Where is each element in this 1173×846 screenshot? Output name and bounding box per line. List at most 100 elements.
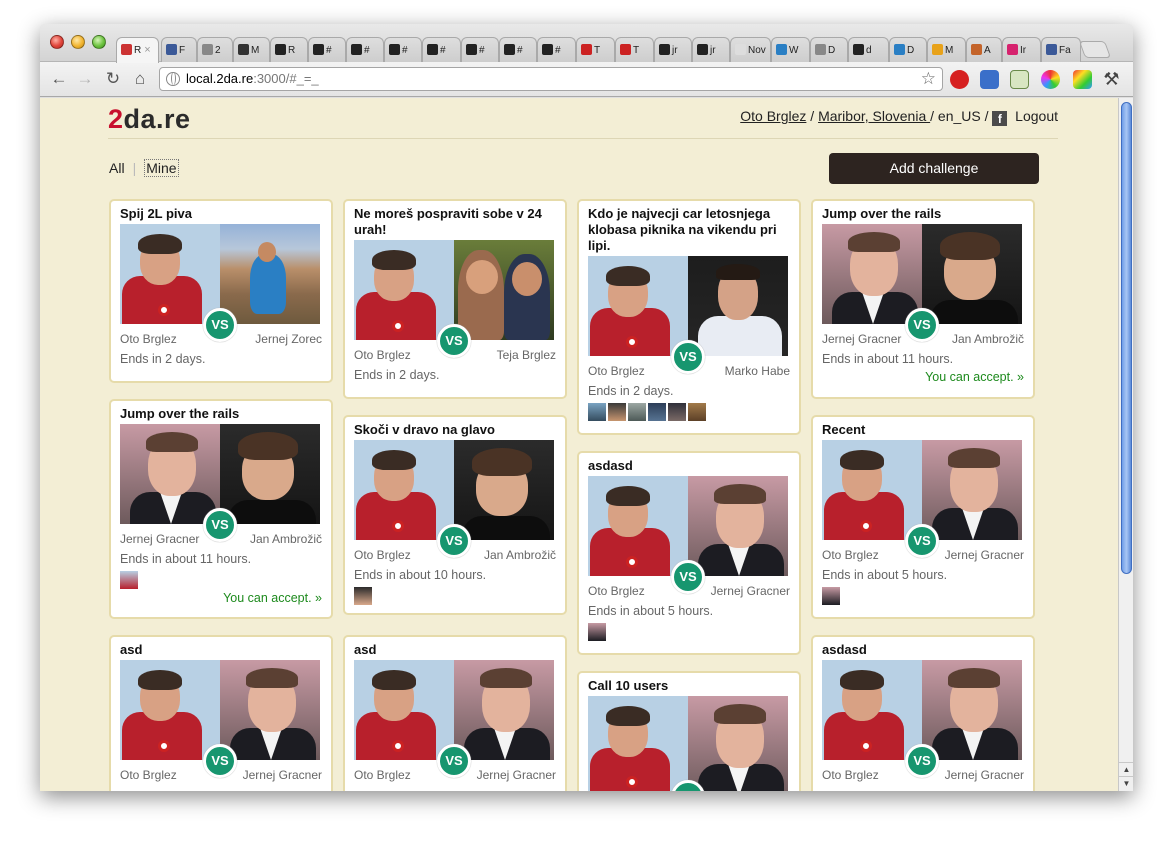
accept-challenge-link[interactable]: You can accept. » [120,589,322,607]
avatar[interactable] [588,623,606,641]
browser-tab[interactable]: Fa [1041,37,1081,62]
avatar[interactable] [822,587,840,605]
challenge-title[interactable]: asdasd [588,458,790,474]
avatar[interactable] [668,403,686,421]
browser-tab[interactable]: R [270,37,308,62]
browser-tab[interactable]: D [889,37,927,62]
opponent-photo[interactable] [922,660,1022,760]
challenge-card[interactable]: Jump over the rails VS Jernej Gracner Jan A… [811,199,1035,399]
opponent-photo[interactable] [688,476,788,576]
browser-tab[interactable]: # [384,37,422,62]
avatar[interactable] [628,403,646,421]
adblock-extension-icon[interactable] [950,70,969,89]
avatar[interactable] [354,587,372,605]
user-name-link[interactable]: Oto Brglez [740,108,806,124]
accept-challenge-link[interactable]: You can accept. » [822,368,1024,386]
challenge-title[interactable]: asd [354,642,556,658]
challenger-photo[interactable] [354,440,454,540]
challenger-photo[interactable] [120,660,220,760]
challenge-title[interactable]: Skoči v dravo na glavo [354,422,556,438]
browser-tab[interactable]: # [537,37,576,62]
opponent-photo[interactable] [220,224,320,324]
challenge-card[interactable]: asd VS Oto Brglez Jernej Gracner [343,635,567,791]
browser-tab[interactable]: # [499,37,537,62]
challenger-photo[interactable] [354,660,454,760]
challenge-title[interactable]: Jump over the rails [120,406,322,422]
zoom-window-button[interactable] [92,35,106,49]
close-window-button[interactable] [50,35,64,49]
browser-tab[interactable]: # [346,37,384,62]
address-bar[interactable]: local.2da.re:3000/#_=_ ☆ [159,67,943,91]
back-arrow-icon[interactable]: ← [48,67,70,91]
add-challenge-button[interactable]: Add challenge [829,153,1039,184]
scroll-down-arrow[interactable]: ▼ [1119,776,1133,790]
close-tab-icon[interactable]: × [144,44,150,56]
home-icon[interactable]: ⌂ [129,67,151,91]
opponent-photo[interactable] [922,440,1022,540]
challenge-card[interactable]: asd VS Oto Brglez Jernej Gracner [109,635,333,791]
opponent-photo[interactable] [454,240,554,340]
challenge-card[interactable]: Skoči v dravo na glavo VS Oto Brglez Jan Am… [343,415,567,615]
avatar[interactable] [588,403,606,421]
scroll-up-arrow[interactable]: ▲ [1119,762,1133,776]
challenge-title[interactable]: Call 10 users [588,678,790,694]
wrench-menu-icon[interactable]: ⚒ [1102,70,1121,89]
avatar[interactable] [608,403,626,421]
browser-tab[interactable]: Nov [730,37,771,62]
challenge-title[interactable]: asdasd [822,642,1024,658]
challenger-photo[interactable] [588,256,688,356]
avatar[interactable] [120,571,138,589]
browser-tab[interactable]: jr [692,37,730,62]
lr-extension-icon[interactable] [1010,70,1029,89]
reload-icon[interactable]: ↻ [102,67,124,91]
browser-tab[interactable]: jr [654,37,692,62]
opponent-photo[interactable] [922,224,1022,324]
download-extension-icon[interactable] [980,70,999,89]
filter-all-link[interactable]: All [109,160,125,176]
browser-tab[interactable]: # [461,37,499,62]
challenge-title[interactable]: Recent [822,422,1024,438]
challenger-photo[interactable] [354,240,454,340]
opponent-photo[interactable] [220,660,320,760]
challenge-title[interactable]: Kdo je najvecji car letosnjega klobasa p… [588,206,790,254]
forward-arrow-icon[interactable]: → [74,67,96,91]
logout-link[interactable]: Logout [1015,108,1058,124]
browser-tab[interactable]: 2 [197,37,233,62]
challenge-card[interactable]: asdasd VS Oto Brglez Jernej Gracner [811,635,1035,791]
challenger-photo[interactable] [822,440,922,540]
browser-tab[interactable]: d [848,37,889,62]
browser-tab[interactable]: F [161,37,197,62]
challenge-card[interactable]: Ne moreš pospraviti sobe v 24 urah! VS Oto… [343,199,567,399]
challenger-photo[interactable] [588,696,688,791]
opponent-photo[interactable] [688,256,788,356]
browser-tab[interactable]: A [966,37,1002,62]
challenger-photo[interactable] [822,660,922,760]
challenge-card[interactable]: Recent VS Oto Brglez Jernej Gracner Ends in … [811,415,1035,619]
opponent-photo[interactable] [454,440,554,540]
color-picker-extension-icon[interactable] [1041,70,1060,89]
challenge-card[interactable]: Kdo je najvecji car letosnjega klobasa p… [577,199,801,435]
vertical-scrollbar[interactable]: ▲ ▼ [1118,98,1133,791]
avatar[interactable] [688,403,706,421]
browser-tab[interactable]: # [422,37,461,62]
browser-tab[interactable]: M [233,37,270,62]
challenge-title[interactable]: Ne moreš pospraviti sobe v 24 urah! [354,206,556,238]
challenge-card[interactable]: asdasd VS Oto Brglez Jernej Gracner Ends in … [577,451,801,655]
challenge-title[interactable]: Jump over the rails [822,206,1024,222]
browser-tab[interactable]: R × [116,37,159,63]
challenge-card[interactable]: Spij 2L piva VS Oto Brglez Jernej Zorec Ends… [109,199,333,383]
opponent-photo[interactable] [454,660,554,760]
challenger-photo[interactable] [120,424,220,524]
browser-tab[interactable]: M [927,37,966,62]
browser-tab[interactable]: Ir [1002,37,1041,62]
scrollbar-thumb[interactable] [1121,102,1132,574]
challenge-card[interactable]: Jump over the rails VS Jernej Gracner Jan A… [109,399,333,619]
bookmark-star-icon[interactable]: ☆ [921,68,936,90]
minimize-window-button[interactable] [71,35,85,49]
opponent-photo[interactable] [220,424,320,524]
pagespeed-extension-icon[interactable] [1073,70,1092,89]
browser-tab[interactable]: D [810,37,848,62]
challenger-photo[interactable] [120,224,220,324]
challenge-card[interactable]: Call 10 users VS [577,671,801,791]
browser-tab[interactable]: W [771,37,810,62]
